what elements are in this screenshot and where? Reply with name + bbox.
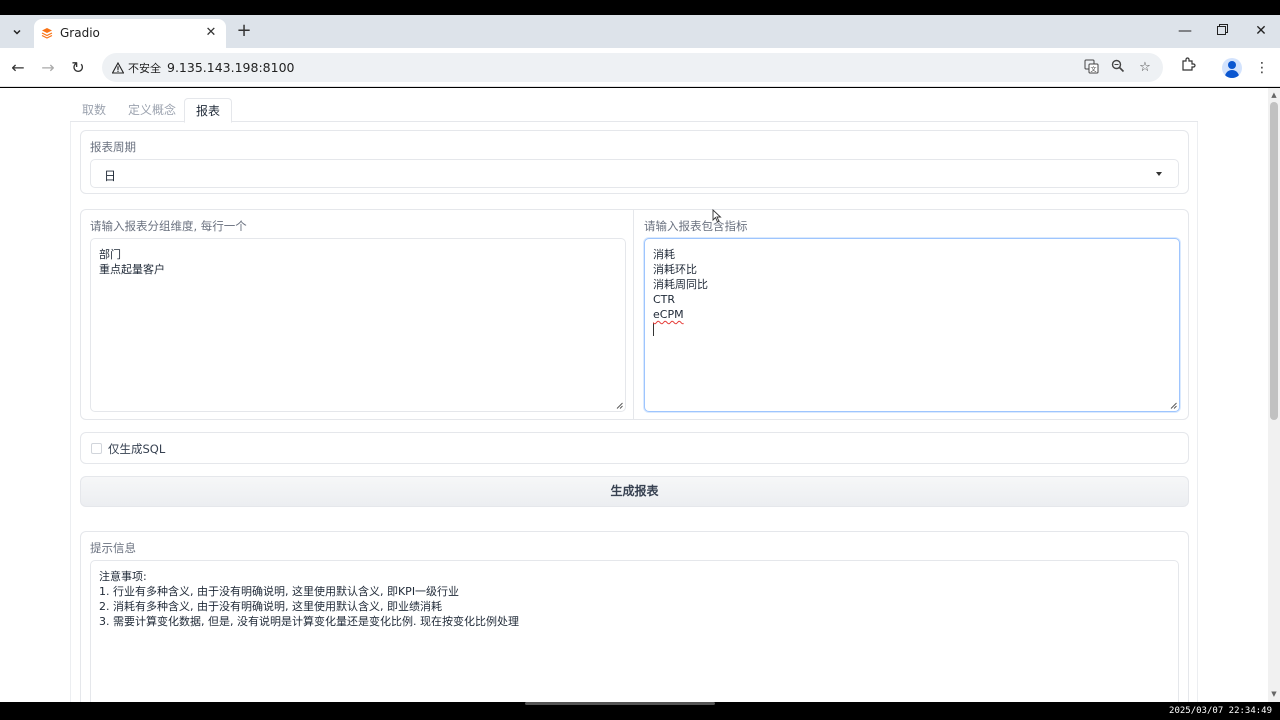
browser-toolbar: ← → ↻ 不安全 9.135.143.198:8100 文 ☆ ⋮ [0, 48, 1280, 87]
clock: 2025/03/07 22:34:49 [1169, 706, 1272, 716]
gradio-favicon-icon [41, 28, 53, 39]
hint-block: 提示信息 注意事项: 1. 行业有多种含义, 由于没有明确说明, 这里使用默认含… [80, 531, 1189, 702]
metrics-textarea[interactable]: 消耗 消耗环比 消耗周同比 CTR eCPM [644, 238, 1180, 412]
metrics-label: 请输入报表包含指标 [644, 219, 748, 233]
translate-icon[interactable]: 文 [1082, 59, 1100, 77]
dims-metrics-row: 请输入报表分组维度, 每行一个 部门 重点起量客户 请输入报表包含指标 消耗 消… [80, 209, 1189, 420]
security-chip[interactable]: 不安全 [106, 56, 168, 79]
tab-report[interactable]: 报表 [184, 98, 233, 123]
metrics-line: 消耗环比 [653, 263, 697, 276]
metrics-line: 消耗 [653, 248, 675, 261]
taskbar: 2025/03/07 22:34:49 [0, 702, 1280, 720]
report-period-block: 报表周期 日 [80, 130, 1189, 194]
reload-icon[interactable]: ↻ [67, 57, 89, 79]
text-caret [653, 323, 654, 336]
scroll-up-arrow-icon[interactable]: ▲ [1270, 91, 1278, 101]
url-text[interactable]: 9.135.143.198:8100 [167, 60, 294, 75]
tab-close-icon[interactable]: ✕ [202, 24, 220, 42]
sql-only-label[interactable]: 仅生成SQL [108, 441, 165, 457]
extensions-icon[interactable] [1177, 57, 1199, 79]
bookmark-star-icon[interactable]: ☆ [1136, 59, 1154, 77]
minimize-icon[interactable]: — [1170, 20, 1200, 42]
resize-handle-icon[interactable] [616, 402, 623, 409]
hint-label: 提示信息 [90, 541, 136, 555]
back-icon[interactable]: ← [7, 57, 29, 79]
group-dims-line: 重点起量客户 [99, 263, 165, 276]
restore-icon[interactable] [1207, 20, 1237, 42]
report-period-label: 报表周期 [90, 140, 136, 154]
new-tab-button[interactable]: + [233, 20, 255, 42]
mouse-cursor-icon [712, 209, 722, 223]
svg-text:文: 文 [1090, 66, 1096, 74]
chevron-down-icon[interactable] [1156, 172, 1162, 176]
close-window-icon[interactable]: ✕ [1246, 20, 1276, 42]
group-dims-label: 请输入报表分组维度, 每行一个 [90, 219, 247, 233]
report-period-dropdown[interactable]: 日 [90, 159, 1179, 188]
metrics-line: eCPM [653, 308, 684, 321]
tab-fetch-data[interactable]: 取数 [71, 98, 117, 122]
metrics-line: 消耗周同比 [653, 278, 708, 291]
resize-handle-icon[interactable] [1170, 402, 1177, 409]
vertical-scrollbar[interactable]: ▲ ▼ [1268, 88, 1280, 702]
group-dims-line: 部门 [99, 248, 121, 261]
address-bar[interactable]: 不安全 9.135.143.198:8100 文 ☆ [102, 53, 1163, 82]
hint-textarea[interactable]: 注意事项: 1. 行业有多种含义, 由于没有明确说明, 这里使用默认含义, 即K… [90, 560, 1179, 702]
gradio-app: 取数 定义概念 报表 报表周期 日 请输入报表分组维度, 每行一个 部门 重点起… [70, 88, 1198, 702]
horizontal-scroll-indicator [525, 702, 715, 705]
zoom-icon[interactable] [1109, 59, 1127, 77]
warning-icon [112, 61, 124, 74]
tab-title: Gradio [60, 26, 100, 40]
scroll-thumb[interactable] [1270, 102, 1278, 420]
browser-tab[interactable]: Gradio ✕ [34, 19, 226, 48]
tab-search-icon[interactable] [6, 21, 28, 43]
column-divider [633, 210, 634, 419]
security-label: 不安全 [128, 61, 161, 75]
hint-line: 注意事项: [99, 570, 147, 583]
scroll-down-arrow-icon[interactable]: ▼ [1270, 690, 1278, 700]
tab-bar: 取数 定义概念 报表 [70, 98, 1198, 123]
group-dims-textarea[interactable]: 部门 重点起量客户 [90, 238, 626, 412]
sql-only-block: 仅生成SQL [80, 432, 1189, 464]
report-period-value: 日 [104, 169, 117, 183]
report-panel: 报表周期 日 请输入报表分组维度, 每行一个 部门 重点起量客户 请输入报表包含… [70, 122, 1198, 702]
profile-avatar[interactable] [1222, 58, 1242, 78]
hint-line: 2. 消耗有多种含义, 由于没有明确说明, 这里使用默认含义, 即业绩消耗 [99, 600, 442, 613]
sql-only-checkbox[interactable] [91, 443, 102, 454]
menu-kebab-icon[interactable]: ⋮ [1251, 57, 1273, 79]
forward-icon[interactable]: → [37, 57, 59, 79]
generate-report-button[interactable]: 生成报表 [80, 476, 1189, 507]
tab-define-concepts[interactable]: 定义概念 [117, 98, 187, 122]
metrics-line: CTR [653, 293, 676, 306]
page-viewport: 取数 定义概念 报表 报表周期 日 请输入报表分组维度, 每行一个 部门 重点起… [0, 88, 1280, 702]
hint-line: 1. 行业有多种含义, 由于没有明确说明, 这里使用默认含义, 即KPI一级行业 [99, 585, 460, 598]
browser-tab-strip: Gradio ✕ + — ✕ [0, 15, 1280, 48]
hint-line: 3. 需要计算变化数据, 但是, 没有说明是计算变化量还是变化比例. 现在按变化… [99, 615, 519, 628]
